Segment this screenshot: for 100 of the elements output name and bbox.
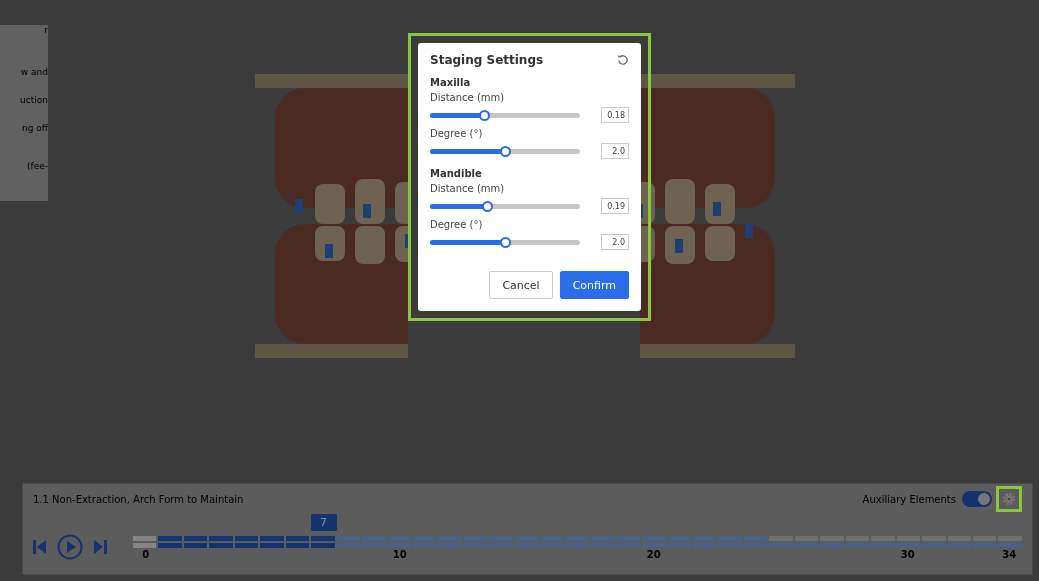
step-segment[interactable] xyxy=(591,543,615,548)
step-segment[interactable] xyxy=(311,543,335,548)
slider-track[interactable] xyxy=(430,112,580,118)
slider-track[interactable] xyxy=(430,239,580,245)
step-segment[interactable] xyxy=(743,536,768,541)
step-segment[interactable] xyxy=(260,543,284,548)
step-segment[interactable] xyxy=(616,543,641,548)
skip-back-icon[interactable] xyxy=(33,539,47,555)
step-segment[interactable] xyxy=(591,536,615,541)
step-segment[interactable] xyxy=(692,536,717,541)
step-segment[interactable] xyxy=(718,543,742,548)
step-segment[interactable] xyxy=(413,536,437,541)
step-segment[interactable] xyxy=(158,543,182,548)
slider-label: Degree (°) xyxy=(430,219,484,230)
step-segment[interactable] xyxy=(947,543,971,548)
step-segment[interactable] xyxy=(871,543,895,548)
slider-thumb[interactable] xyxy=(500,236,511,248)
step-segment[interactable] xyxy=(311,536,335,541)
step-segment[interactable] xyxy=(896,543,921,548)
step-number: 20 xyxy=(645,549,662,560)
step-segment[interactable] xyxy=(514,543,539,548)
current-step-marker: 7 xyxy=(310,514,337,531)
step-segment[interactable] xyxy=(234,536,259,541)
step-segment[interactable] xyxy=(489,543,513,548)
step-segment[interactable] xyxy=(336,536,361,541)
step-segment[interactable] xyxy=(540,536,564,541)
plan-name: 1.1 Non-Extraction, Arch Form to Maintain xyxy=(33,493,244,505)
step-segment[interactable] xyxy=(972,543,997,548)
step-number: 0 xyxy=(141,549,151,560)
step-segment[interactable] xyxy=(285,543,310,548)
step-segment[interactable] xyxy=(642,543,666,548)
group-title: Maxilla xyxy=(430,77,472,88)
value-field[interactable]: 0.18 xyxy=(601,107,629,123)
cancel-button[interactable]: Cancel xyxy=(489,271,553,299)
confirm-button[interactable]: Confirm xyxy=(559,271,629,299)
step-segment[interactable] xyxy=(183,543,208,548)
panel-text: (fee- xyxy=(27,161,48,171)
slider-thumb[interactable] xyxy=(482,200,493,212)
value-field[interactable]: 0.19 xyxy=(601,198,629,214)
value-field[interactable]: 2.0 xyxy=(601,234,629,250)
dialog-title: Staging Settings xyxy=(430,53,544,67)
step-segment[interactable] xyxy=(769,543,793,548)
step-segment[interactable] xyxy=(565,543,590,548)
panel-text: uction xyxy=(20,95,48,105)
step-segment[interactable] xyxy=(667,536,691,541)
step-number: 30 xyxy=(899,549,916,560)
step-segment[interactable] xyxy=(642,536,666,541)
value-field[interactable]: 2.0 xyxy=(601,143,629,159)
step-segment[interactable] xyxy=(438,536,462,541)
slider-thumb[interactable] xyxy=(479,109,490,121)
slider-label: Distance (mm) xyxy=(430,183,506,194)
step-segment[interactable] xyxy=(489,536,513,541)
step-segment[interactable] xyxy=(209,536,233,541)
panel-text: r xyxy=(44,25,48,35)
step-segment[interactable] xyxy=(209,543,233,548)
step-segment[interactable] xyxy=(718,536,742,541)
step-segment[interactable] xyxy=(794,543,819,548)
play-icon[interactable] xyxy=(57,534,83,560)
group-title: Mandible xyxy=(430,168,483,179)
step-segment[interactable] xyxy=(845,543,870,548)
step-segment[interactable] xyxy=(565,536,590,541)
panel-text: w and xyxy=(20,67,48,77)
step-segment[interactable] xyxy=(438,543,462,548)
slider-label: Degree (°) xyxy=(430,128,484,139)
slider-track[interactable] xyxy=(430,203,580,209)
step-segment[interactable] xyxy=(616,536,641,541)
step-number: 10 xyxy=(391,549,408,560)
step-segment[interactable] xyxy=(133,536,157,541)
step-segment[interactable] xyxy=(820,543,844,548)
step-segment[interactable] xyxy=(362,536,386,541)
step-number: 34 xyxy=(1001,549,1018,560)
step-segment[interactable] xyxy=(158,536,182,541)
toggle-switch[interactable] xyxy=(962,491,992,507)
step-segment[interactable] xyxy=(413,543,437,548)
step-segment[interactable] xyxy=(540,543,564,548)
step-segment[interactable] xyxy=(922,543,946,548)
step-segment[interactable] xyxy=(183,536,208,541)
slider-track[interactable] xyxy=(430,148,580,154)
reset-icon[interactable] xyxy=(617,54,629,66)
step-segment[interactable] xyxy=(234,543,259,548)
panel-text: ng off xyxy=(22,123,48,133)
step-segment[interactable] xyxy=(998,543,1022,548)
skip-forward-icon[interactable] xyxy=(93,539,107,555)
settings-button[interactable] xyxy=(996,486,1022,512)
toggle-label: Auxiliary Elements xyxy=(862,493,956,505)
step-segment[interactable] xyxy=(387,536,411,541)
step-segment[interactable] xyxy=(285,536,310,541)
step-segment[interactable] xyxy=(743,543,768,548)
slider-thumb[interactable] xyxy=(500,145,511,157)
step-segment[interactable] xyxy=(667,543,691,548)
step-segment[interactable] xyxy=(463,536,488,541)
step-segment[interactable] xyxy=(387,543,411,548)
step-segment[interactable] xyxy=(133,543,157,548)
step-segment[interactable] xyxy=(514,536,539,541)
step-segment[interactable] xyxy=(362,543,386,548)
step-segment[interactable] xyxy=(692,543,717,548)
step-segment[interactable] xyxy=(336,543,361,548)
settings-icon xyxy=(1002,492,1016,506)
step-segment[interactable] xyxy=(260,536,284,541)
step-segment[interactable] xyxy=(463,543,488,548)
